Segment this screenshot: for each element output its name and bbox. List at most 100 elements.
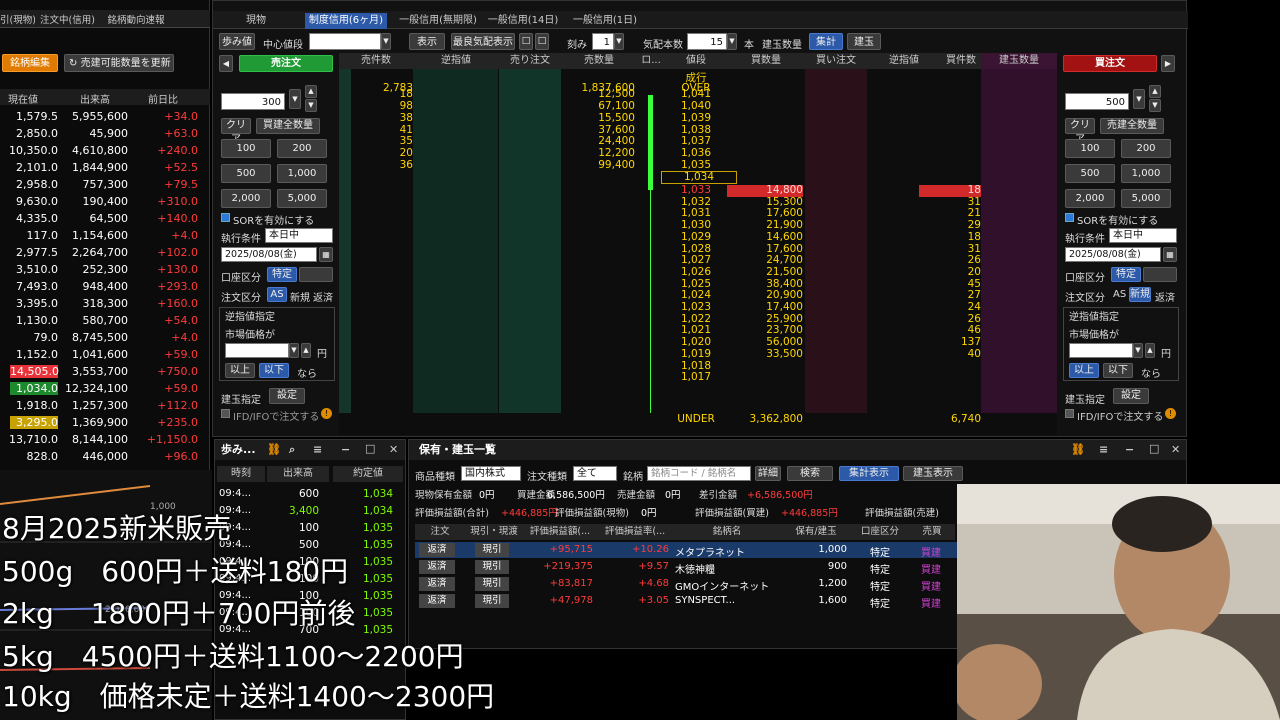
holding-name[interactable]: 木徳神糧 bbox=[675, 561, 783, 576]
tate-view-button[interactable]: 建玉表示 bbox=[903, 466, 963, 481]
holding-name[interactable]: SYNSPECT... bbox=[675, 595, 783, 606]
watch-row[interactable]: 1,034.0 12,324,100 +59.0 bbox=[0, 380, 210, 397]
left-tab-2[interactable]: 銘柄動向速報 bbox=[102, 12, 170, 26]
watch-row[interactable]: 2,101.0 1,844,900 +52.5 bbox=[0, 159, 210, 176]
sell-settei-button[interactable]: 設定 bbox=[269, 388, 305, 404]
sell-q5000[interactable]: 5,000 bbox=[277, 189, 327, 208]
buy-settei-button[interactable]: 設定 bbox=[1113, 388, 1149, 404]
watch-row[interactable]: 1,130.0 580,700 +54.0 bbox=[0, 312, 210, 329]
sell-ika-button[interactable]: 以下 bbox=[259, 363, 289, 378]
watch-row[interactable]: 3,295.0 1,369,900 +235.0 bbox=[0, 414, 210, 431]
buy-as-label[interactable]: AS bbox=[1113, 289, 1126, 300]
buy-shinki-button[interactable]: 新規 bbox=[1129, 287, 1151, 302]
order-type-select[interactable]: 全て bbox=[573, 466, 617, 481]
bid-row[interactable]: 1,017 bbox=[339, 371, 1057, 384]
sell-cond-select[interactable]: 本日中 bbox=[265, 228, 333, 243]
holdings-row[interactable]: 返済 現引 +47,978 +3.05 SYNSPECT... 1,600 特定 買建 bbox=[415, 593, 959, 610]
watch-row[interactable]: 2,958.0 757,300 +79.5 bbox=[0, 176, 210, 193]
holdings-row[interactable]: 返済 現引 +95,715 +10.26 メタプラネット 1,000 特定 買建 bbox=[415, 542, 959, 559]
detail-button[interactable]: 詳細 bbox=[755, 466, 781, 481]
genbiki-button[interactable]: 現引 bbox=[475, 543, 509, 557]
ask-row[interactable]: 20 12,200 1,036 bbox=[339, 147, 1057, 160]
board-tab-2[interactable]: 一般信用(無期限) bbox=[395, 13, 481, 29]
buy-panel-collapse[interactable]: ▶ bbox=[1161, 55, 1175, 72]
genbiki-button[interactable]: 現引 bbox=[475, 577, 509, 591]
edit-brand-button[interactable]: 銘柄編集 bbox=[2, 54, 58, 72]
bid-row[interactable]: 1,033 14,800 18 bbox=[339, 184, 1057, 197]
watch-row[interactable]: 79.0 8,745,500 +4.0 bbox=[0, 329, 210, 346]
sell-q2000[interactable]: 2,000 bbox=[221, 189, 271, 208]
sell-sor-checkbox[interactable] bbox=[221, 213, 230, 222]
holdings-close-icon[interactable]: ✕ bbox=[1171, 441, 1180, 459]
kizami-dropdown[interactable]: ▼ bbox=[614, 33, 624, 50]
buy-q2000[interactable]: 2,000 bbox=[1065, 189, 1115, 208]
bid-row[interactable]: 1,029 14,600 18 bbox=[339, 231, 1057, 244]
sell-ijo-button[interactable]: 以上 bbox=[225, 363, 255, 378]
watch-row[interactable]: 7,493.0 948,400 +293.0 bbox=[0, 278, 210, 295]
buy-cond-select[interactable]: 本日中 bbox=[1109, 228, 1177, 243]
minimize-icon[interactable]: − bbox=[341, 441, 350, 459]
buy-q1000[interactable]: 1,000 bbox=[1121, 164, 1171, 183]
buy-ifd-checkbox[interactable] bbox=[1065, 409, 1074, 418]
watch-row[interactable]: 2,850.0 45,900 +63.0 bbox=[0, 125, 210, 142]
left-tab-1[interactable]: 注文中(信用) bbox=[35, 12, 100, 26]
buy-calendar-icon[interactable]: ▦ bbox=[1163, 247, 1177, 262]
center-price-dropdown[interactable]: ▼ bbox=[381, 33, 391, 50]
sell-hensai-label[interactable]: 返済 bbox=[313, 289, 333, 304]
holding-name[interactable]: メタプラネット bbox=[675, 544, 783, 559]
refresh-sell-qty-button[interactable]: ↻ 売建可能数量を更新 bbox=[64, 54, 174, 72]
sell-trigger-dropdown[interactable]: ▼ bbox=[289, 343, 299, 358]
sell-qty-down[interactable]: ▼ bbox=[305, 99, 317, 112]
watch-row[interactable]: 13,710.0 8,144,100 +1,150.0 bbox=[0, 431, 210, 448]
center-price-input[interactable] bbox=[309, 33, 381, 50]
best-quote-button[interactable]: 最良気配表示 bbox=[451, 33, 515, 50]
holdings-link-icon[interactable]: ⛓ bbox=[1071, 441, 1085, 459]
layout-icon-1[interactable]: □ bbox=[519, 33, 533, 50]
ask-row[interactable]: 38 15,500 1,039 bbox=[339, 112, 1057, 125]
buy-clear-button[interactable]: クリア bbox=[1065, 118, 1095, 145]
sell-q1000[interactable]: 1,000 bbox=[277, 164, 327, 183]
return-button[interactable]: 返済 bbox=[419, 577, 455, 591]
genbiki-button[interactable]: 現引 bbox=[475, 560, 509, 574]
sell-q200[interactable]: 200 bbox=[277, 139, 327, 158]
buy-order-title[interactable]: 買注文 bbox=[1063, 55, 1157, 72]
maximize-icon[interactable]: □ bbox=[365, 440, 375, 458]
sell-date-select[interactable]: 2025/08/08(金) bbox=[221, 247, 317, 262]
ayumi-row[interactable]: 09:4... 600 1,034 bbox=[215, 486, 405, 502]
genbiki-button[interactable]: 現引 bbox=[475, 594, 509, 608]
buy-qty-input[interactable]: 500 bbox=[1065, 93, 1129, 110]
sell-order-title[interactable]: 売注文 bbox=[239, 55, 333, 72]
watch-row[interactable]: 9,630.0 190,400 +310.0 bbox=[0, 193, 210, 210]
sell-clear-button[interactable]: クリア bbox=[221, 118, 251, 145]
ayumi-row[interactable]: 09:4... 500 1,035 bbox=[215, 537, 405, 553]
tate-button[interactable]: 建玉 bbox=[847, 33, 881, 50]
sell-all-qty-button[interactable]: 買建全数量 bbox=[256, 118, 320, 134]
sell-acct-tokutei[interactable]: 特定 bbox=[267, 267, 297, 282]
watch-row[interactable]: 10,350.0 4,610,800 +240.0 bbox=[0, 142, 210, 159]
holdings-menu-icon[interactable]: ≡ bbox=[1099, 441, 1108, 459]
return-button[interactable]: 返済 bbox=[419, 543, 455, 557]
holdings-maximize-icon[interactable]: □ bbox=[1149, 440, 1159, 458]
buy-q500[interactable]: 500 bbox=[1065, 164, 1115, 183]
sell-q100[interactable]: 100 bbox=[221, 139, 271, 158]
sell-shinki-label[interactable]: 新規 bbox=[290, 289, 310, 304]
shukei-button[interactable]: 集計 bbox=[809, 33, 843, 50]
watch-row[interactable]: 1,579.5 5,955,600 +34.0 bbox=[0, 108, 210, 125]
bid-row[interactable]: 1,019 33,500 40 bbox=[339, 348, 1057, 361]
buy-ijo-button[interactable]: 以上 bbox=[1069, 363, 1099, 378]
sell-qty-input[interactable]: 300 bbox=[221, 93, 285, 110]
buy-trigger-input[interactable] bbox=[1069, 343, 1133, 358]
watch-row[interactable]: 117.0 1,154,600 +4.0 bbox=[0, 227, 210, 244]
buy-acct-tokutei[interactable]: 特定 bbox=[1111, 267, 1141, 282]
buy-date-select[interactable]: 2025/08/08(金) bbox=[1065, 247, 1161, 262]
link-icon[interactable]: ⛓ bbox=[267, 441, 281, 459]
watch-row[interactable]: 2,977.5 2,264,700 +102.0 bbox=[0, 244, 210, 261]
buy-ika-button[interactable]: 以下 bbox=[1103, 363, 1133, 378]
sell-q500[interactable]: 500 bbox=[221, 164, 271, 183]
layout-icon-2[interactable]: □ bbox=[535, 33, 549, 50]
ayumi-row[interactable]: 09:4... 3,400 1,034 bbox=[215, 503, 405, 519]
current-price[interactable]: 1,034 bbox=[661, 171, 737, 184]
bid-row[interactable]: 1,023 17,400 24 bbox=[339, 301, 1057, 314]
buy-q200[interactable]: 200 bbox=[1121, 139, 1171, 158]
sell-as-button[interactable]: AS bbox=[267, 287, 287, 302]
